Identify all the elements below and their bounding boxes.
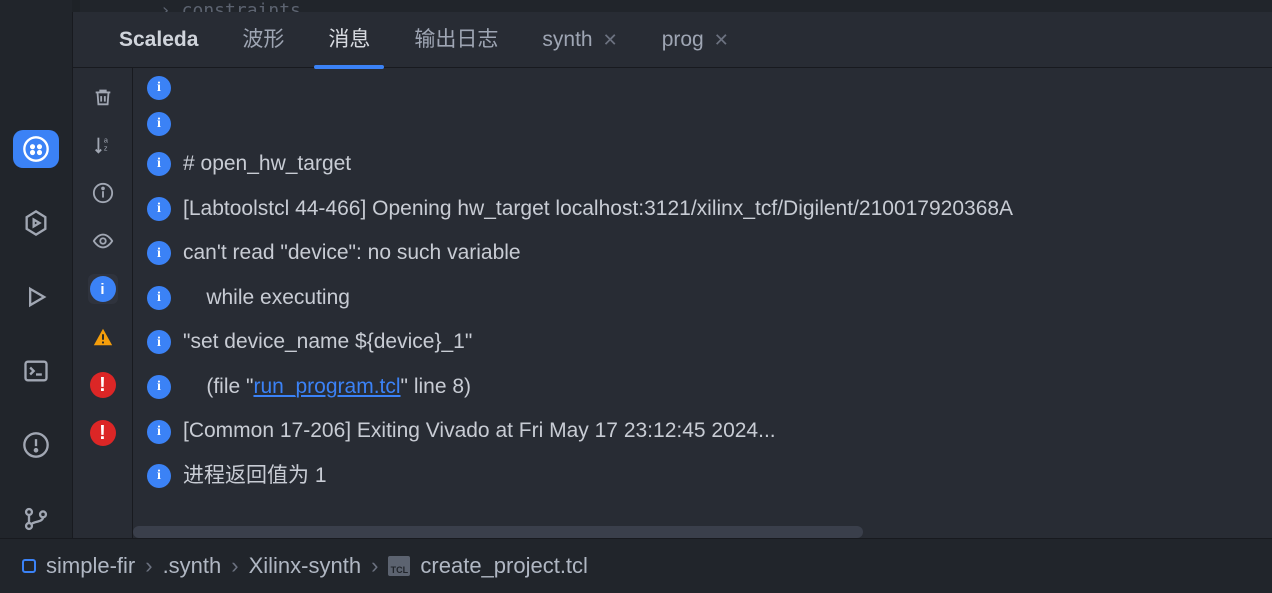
project-icon — [22, 559, 36, 573]
clear-all-button[interactable] — [88, 82, 118, 112]
filter-error-button[interactable]: ! — [88, 370, 118, 400]
error-level-icon: ! — [90, 372, 116, 398]
tab-scaleda[interactable]: Scaleda — [97, 12, 220, 68]
git-branch-icon — [22, 505, 50, 533]
activity-scaleda[interactable] — [13, 130, 59, 168]
play-icon — [22, 283, 50, 311]
info-bullet-icon: i — [147, 464, 171, 488]
info-bullet-icon: i — [147, 330, 171, 354]
message-row[interactable]: i[Common 17-206] Exiting Vivado at Fri M… — [147, 415, 1254, 448]
breadcrumb-dir[interactable]: .synth — [163, 553, 222, 579]
svg-text:z: z — [103, 144, 107, 153]
info-bullet-icon: i — [147, 197, 171, 221]
message-row[interactable]: i# open_hw_target — [147, 148, 1254, 181]
info-bullet-icon: i — [147, 112, 171, 136]
activity-problems[interactable] — [13, 426, 59, 464]
chevron-right-icon: › — [231, 553, 238, 579]
info-bullet-icon: i — [147, 152, 171, 176]
hexagon-play-icon — [22, 209, 50, 237]
breadcrumb-file[interactable]: TCLcreate_project.tcl — [388, 553, 588, 579]
info-bullet-icon: i — [147, 420, 171, 444]
trash-icon — [92, 86, 114, 108]
message-row[interactable]: i while executing — [147, 282, 1254, 315]
info-level-icon: i — [90, 276, 116, 302]
message-row[interactable]: i进程返回值为 1 — [147, 460, 1254, 493]
fatal-level-icon: ! — [90, 420, 116, 446]
tab-prog[interactable]: prog✕ — [640, 12, 751, 68]
scaleda-icon — [22, 135, 50, 163]
message-row[interactable]: i[Labtoolstcl 44-466] Opening hw_target … — [147, 193, 1254, 226]
activity-run-outline[interactable] — [13, 204, 59, 242]
message-row[interactable]: i (file "run_program.tcl" line 8) — [147, 371, 1254, 404]
breadcrumb-subdir[interactable]: Xilinx-synth — [249, 553, 361, 579]
horizontal-scrollbar[interactable] — [133, 526, 863, 538]
info-circle-icon — [92, 182, 114, 204]
messages-panel: Scaleda 波形 消息 输出日志 synth✕ prog✕ az i — [72, 12, 1272, 538]
terminal-icon — [22, 357, 50, 385]
message-row[interactable]: ican't read "device": no such variable — [147, 237, 1254, 270]
chevron-right-icon: › — [371, 553, 378, 579]
activity-terminal[interactable] — [13, 352, 59, 390]
visibility-button[interactable] — [88, 226, 118, 256]
warning-level-icon — [90, 324, 116, 350]
messages-gutter: az i ! ! — [73, 68, 133, 538]
tab-output[interactable]: 输出日志 — [392, 12, 520, 68]
activity-bar — [0, 0, 72, 538]
parent-tree-hint: › constraints — [80, 0, 1272, 12]
filter-info-button[interactable]: i — [88, 274, 118, 304]
sort-button[interactable]: az — [88, 130, 118, 160]
message-row[interactable]: i — [147, 112, 1254, 136]
activity-git[interactable] — [13, 500, 59, 538]
close-icon[interactable]: ✕ — [714, 12, 729, 68]
info-button[interactable] — [88, 178, 118, 208]
chevron-right-icon: › — [145, 553, 152, 579]
filter-fatal-button[interactable]: ! — [88, 418, 118, 448]
info-bullet-icon: i — [147, 241, 171, 265]
breadcrumb-project[interactable]: simple-fir — [22, 553, 135, 579]
eye-icon — [92, 230, 114, 252]
tab-synth[interactable]: synth✕ — [520, 12, 639, 68]
file-link[interactable]: run_program.tcl — [253, 375, 400, 398]
info-bullet-icon: i — [147, 76, 171, 100]
filter-warning-button[interactable] — [88, 322, 118, 352]
message-row[interactable]: i — [147, 76, 1254, 100]
breadcrumb-bar: simple-fir › .synth › Xilinx-synth › TCL… — [0, 538, 1272, 593]
info-bullet-icon: i — [147, 375, 171, 399]
message-row[interactable]: i"set device_name ${device}_1" — [147, 326, 1254, 359]
tab-messages[interactable]: 消息 — [306, 12, 392, 68]
info-bullet-icon: i — [147, 286, 171, 310]
tab-wave[interactable]: 波形 — [220, 12, 306, 68]
sort-icon: az — [92, 134, 114, 156]
panel-tabs: Scaleda 波形 消息 输出日志 synth✕ prog✕ — [73, 12, 1272, 68]
close-icon[interactable]: ✕ — [603, 12, 618, 68]
alert-circle-icon — [22, 431, 50, 459]
activity-run[interactable] — [13, 278, 59, 316]
messages-list[interactable]: i i i# open_hw_target i[Labtoolstcl 44-4… — [133, 68, 1272, 538]
tcl-file-icon: TCL — [388, 556, 410, 576]
